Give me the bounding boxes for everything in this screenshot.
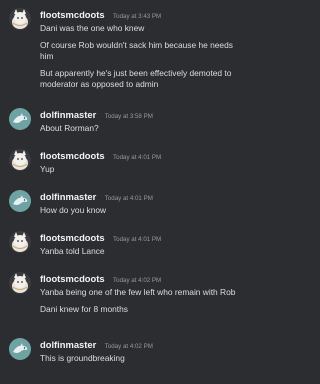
message-header: flootsmcdoots Today at 4:01 PM	[40, 231, 246, 243]
message-content: dolfinmaster Today at 4:02 PM This is gr…	[40, 338, 246, 364]
message-text: Dani knew for 8 months	[40, 304, 128, 314]
cat-avatar-icon	[9, 231, 31, 253]
username[interactable]: dolfinmaster	[40, 191, 96, 202]
user-avatar[interactable]	[9, 338, 31, 360]
message-text: Yanba being one of the few left who rema…	[40, 287, 236, 297]
timestamp[interactable]: Today at 4:02 PM	[105, 343, 153, 350]
timestamp[interactable]: Today at 3:58 PM	[105, 113, 153, 120]
timestamp[interactable]: Today at 3:43 PM	[113, 13, 161, 20]
message-content: flootsmcdoots Today at 4:01 PM Yanba tol…	[40, 231, 246, 257]
dolphin-avatar-icon	[9, 108, 31, 130]
user-avatar[interactable]	[9, 108, 31, 130]
username[interactable]: flootsmcdoots	[40, 9, 105, 20]
message-header: flootsmcdoots Today at 3:43 PM	[40, 8, 246, 20]
timestamp[interactable]: Today at 4:01 PM	[113, 236, 161, 243]
message-header: dolfinmaster Today at 4:01 PM	[40, 190, 246, 202]
message-content: dolfinmaster Today at 3:58 PM About Rorm…	[40, 108, 246, 134]
timestamp[interactable]: Today at 4:01 PM	[105, 195, 153, 202]
message-content: flootsmcdoots Today at 4:01 PM Yup	[40, 149, 246, 175]
user-avatar[interactable]	[9, 272, 31, 294]
username[interactable]: flootsmcdoots	[40, 273, 105, 284]
message-header: flootsmcdoots Today at 4:01 PM	[40, 149, 246, 161]
message-content: flootsmcdoots Today at 3:43 PM Dani was …	[40, 8, 246, 90]
username[interactable]: flootsmcdoots	[40, 232, 105, 243]
message-header: dolfinmaster Today at 3:58 PM	[40, 108, 246, 120]
timestamp[interactable]: Today at 4:01 PM	[113, 154, 161, 161]
cat-avatar-icon	[9, 272, 31, 294]
username[interactable]: dolfinmaster	[40, 109, 96, 120]
message-text: Of course Rob wouldn't sack him because …	[40, 40, 233, 61]
dolphin-avatar-icon	[9, 338, 31, 360]
user-avatar[interactable]	[9, 231, 31, 253]
message-text: This is groundbreaking	[40, 353, 125, 363]
message-header: dolfinmaster Today at 4:02 PM	[40, 338, 246, 350]
message-text: About Rorman?	[40, 123, 99, 133]
message-text: Dani was the one who knew	[40, 23, 145, 33]
message-text: Yanba told Lance	[40, 246, 105, 256]
message-text: How do you know	[40, 205, 107, 215]
message-text: But apparently he's just been effectivel…	[40, 68, 232, 89]
user-avatar[interactable]	[9, 8, 31, 30]
cat-avatar-icon	[9, 8, 31, 30]
username[interactable]: flootsmcdoots	[40, 150, 105, 161]
dolphin-avatar-icon	[9, 190, 31, 212]
user-avatar[interactable]	[9, 190, 31, 212]
message-content: flootsmcdoots Today at 4:02 PM Yanba bei…	[40, 272, 246, 315]
message-text: Yup	[40, 164, 55, 174]
cat-avatar-icon	[9, 149, 31, 171]
timestamp[interactable]: Today at 4:02 PM	[113, 277, 161, 284]
message-header: flootsmcdoots Today at 4:02 PM	[40, 272, 246, 284]
chat-message-list: flootsmcdoots Today at 3:43 PM Dani was …	[0, 0, 252, 384]
message-content: dolfinmaster Today at 4:01 PM How do you…	[40, 190, 246, 216]
user-avatar[interactable]	[9, 149, 31, 171]
username[interactable]: dolfinmaster	[40, 339, 96, 350]
